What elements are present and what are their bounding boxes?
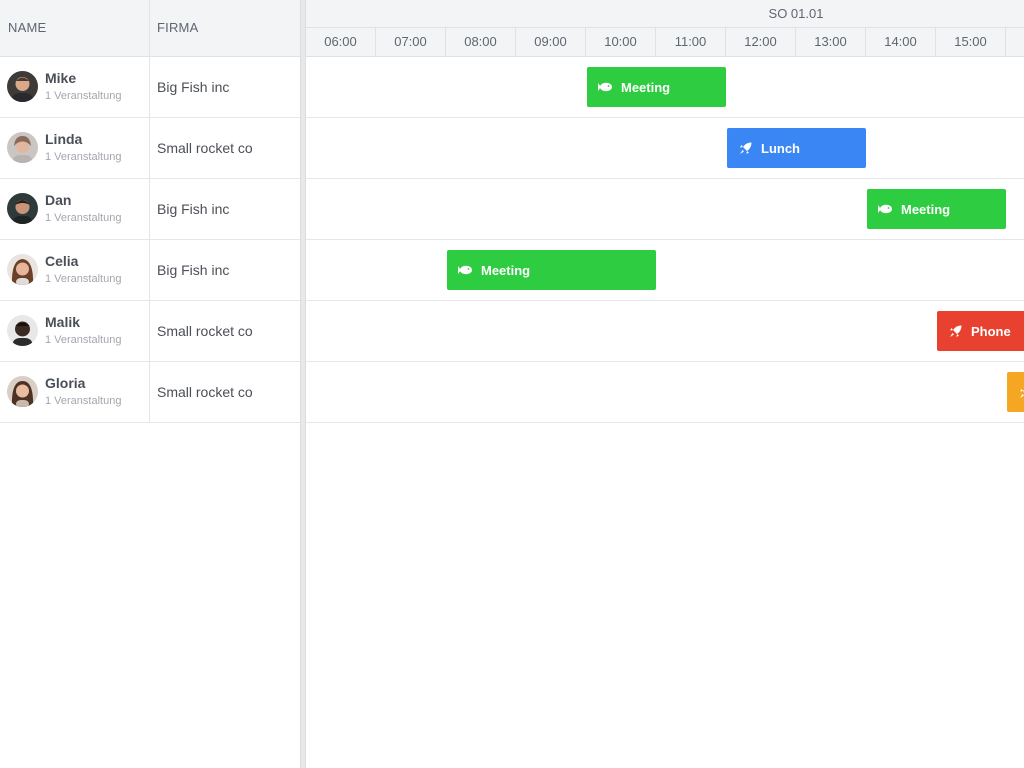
resource-name: Malik: [45, 314, 81, 330]
resource-name: Mike: [45, 70, 77, 86]
scheduler: NAME FIRMA Mike 1 Veranstaltung Big Fish…: [0, 0, 1024, 768]
resource-company: Big Fish inc: [157, 262, 230, 278]
avatar: [7, 315, 38, 346]
hour-tick: 12:00: [726, 28, 796, 56]
event-bar[interactable]: [1007, 372, 1024, 412]
avatar: [7, 71, 38, 102]
timeline-header: SO 01.01 06:00 07:00 08:00 09:00 10:00 1…: [306, 0, 1024, 57]
resource-event-count: 1 Veranstaltung: [45, 90, 122, 102]
schedule-area: SO 01.01 06:00 07:00 08:00 09:00 10:00 1…: [306, 0, 1024, 768]
event-bar[interactable]: Meeting: [447, 250, 656, 290]
resource-grid: NAME FIRMA Mike 1 Veranstaltung Big Fish…: [0, 0, 300, 768]
hour-tick: 15:00: [936, 28, 1006, 56]
resource-event-count: 1 Veranstaltung: [45, 212, 122, 224]
hour-tick: 10:00: [586, 28, 656, 56]
column-header-name[interactable]: NAME: [8, 0, 46, 56]
schedule-lane[interactable]: [306, 362, 1024, 423]
resource-company: Small rocket co: [157, 140, 253, 156]
resource-name: Linda: [45, 131, 83, 147]
fish-icon: [877, 201, 893, 217]
schedule-lane[interactable]: Meeting: [306, 179, 1024, 240]
hour-tick: 11:00: [656, 28, 726, 56]
schedule-lane[interactable]: Lunch: [306, 118, 1024, 179]
hour-tick: 06:00: [306, 28, 376, 56]
schedule-lane[interactable]: Meeting: [306, 240, 1024, 301]
resource-company: Small rocket co: [157, 384, 253, 400]
hour-tick: 14:00: [866, 28, 936, 56]
event-label: Phone: [971, 323, 1011, 339]
resource-event-count: 1 Veranstaltung: [45, 334, 122, 346]
hour-tick: 09:00: [516, 28, 586, 56]
resource-row[interactable]: Gloria 1 Veranstaltung Small rocket co: [0, 362, 300, 423]
hour-tick: 13:00: [796, 28, 866, 56]
event-bar[interactable]: Lunch: [727, 128, 866, 168]
resource-company: Big Fish inc: [157, 79, 230, 95]
event-label: Meeting: [621, 79, 671, 95]
avatar: [7, 254, 38, 285]
resource-row[interactable]: Malik 1 Veranstaltung Small rocket co: [0, 301, 300, 362]
event-bar[interactable]: Phone: [937, 311, 1024, 351]
resource-row[interactable]: Dan 1 Veranstaltung Big Fish inc: [0, 179, 300, 240]
resource-name: Dan: [45, 192, 72, 208]
grid-header: NAME FIRMA: [0, 0, 300, 57]
resource-event-count: 1 Veranstaltung: [45, 395, 122, 407]
avatar: [7, 193, 38, 224]
rocket-icon: [737, 140, 753, 156]
hour-tick: 08:00: [446, 28, 516, 56]
event-bar[interactable]: Meeting: [867, 189, 1006, 229]
schedule-lane[interactable]: Meeting: [306, 57, 1024, 118]
event-bar[interactable]: Meeting: [587, 67, 726, 107]
timeline-hours: 06:00 07:00 08:00 09:00 10:00 11:00 12:0…: [306, 28, 1024, 56]
fish-icon: [457, 262, 473, 278]
rocket-icon: [947, 323, 963, 339]
rocket-icon: [1017, 384, 1024, 400]
resource-event-count: 1 Veranstaltung: [45, 151, 122, 163]
resource-row[interactable]: Celia 1 Veranstaltung Big Fish inc: [0, 240, 300, 301]
avatar: [7, 132, 38, 163]
resource-row[interactable]: Linda 1 Veranstaltung Small rocket co: [0, 118, 300, 179]
resource-event-count: 1 Veranstaltung: [45, 273, 122, 285]
schedule-lane[interactable]: Phone: [306, 301, 1024, 362]
event-label: Meeting: [481, 262, 531, 278]
fish-icon: [597, 79, 613, 95]
event-label: Lunch: [761, 140, 800, 156]
avatar: [7, 376, 38, 407]
resource-name: Celia: [45, 253, 79, 269]
resource-company: Big Fish inc: [157, 201, 230, 217]
hour-tick: 07:00: [376, 28, 446, 56]
resource-name: Gloria: [45, 375, 86, 391]
resource-row[interactable]: Mike 1 Veranstaltung Big Fish inc: [0, 57, 300, 118]
event-label: Meeting: [901, 201, 951, 217]
column-header-firma[interactable]: FIRMA: [157, 0, 198, 56]
resource-company: Small rocket co: [157, 323, 253, 339]
timeline-day-label: SO 01.01: [306, 0, 1024, 28]
